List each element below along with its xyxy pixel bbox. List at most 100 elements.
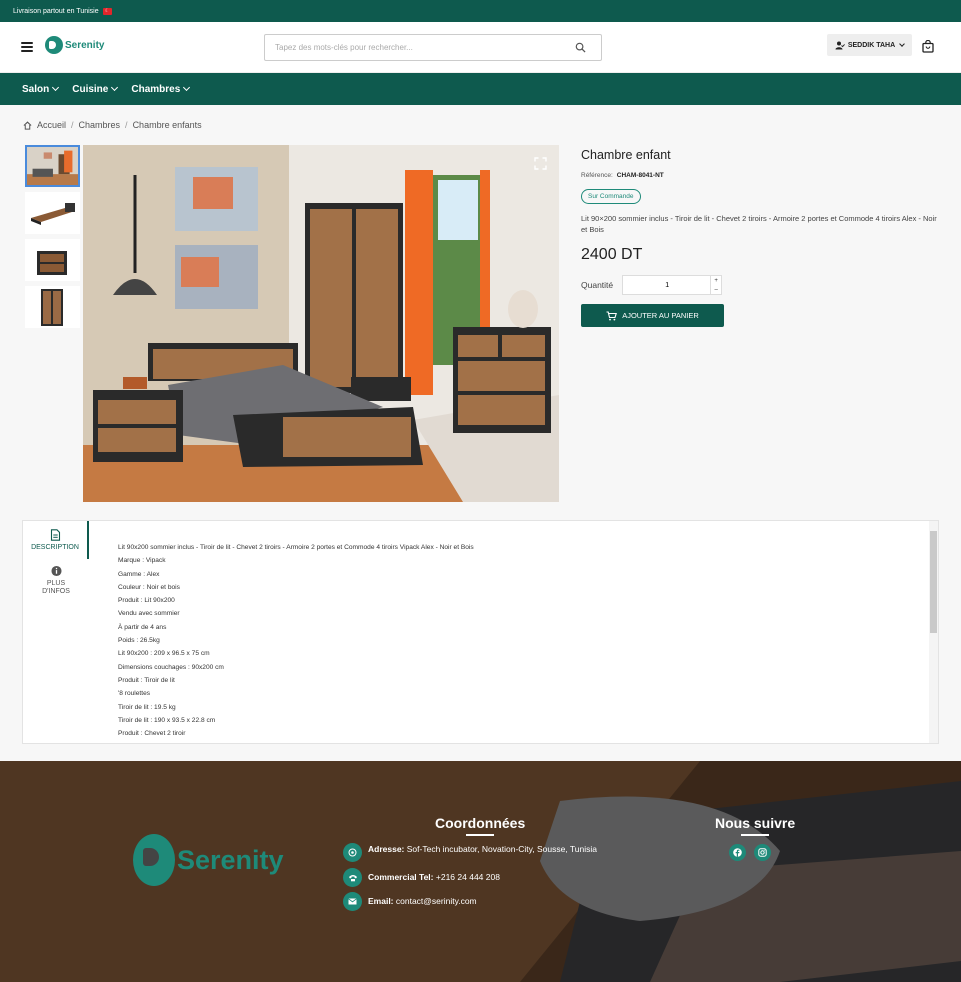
contact-heading: Coordonnées [435, 815, 525, 836]
plus-icon[interactable]: + [714, 278, 718, 284]
product-title: Chambre enfant [581, 148, 671, 162]
description-line: Produit : Tiroir de lit [118, 676, 175, 684]
document-icon [50, 529, 60, 541]
product-short-description: Lit 90×200 sommier inclus - Tiroir de li… [581, 214, 937, 234]
reference-value: CHAM-8041-NT [616, 172, 664, 179]
follow-heading: Nous suivre [715, 815, 795, 836]
nav-item-label: Chambres [131, 83, 181, 95]
thumbnail-wardrobe[interactable] [25, 286, 80, 328]
contact-address: Adresse: Sof-Tech incubator, Novation-Ci… [343, 843, 598, 862]
breadcrumb-chambres[interactable]: Chambres [79, 120, 121, 130]
phone-label: Commercial Tel: [368, 872, 434, 882]
description-line: Produit : Chevet 2 tiroir [118, 730, 186, 738]
breadcrumb-separator: / [71, 120, 74, 130]
tab-description[interactable]: DESCRIPTION [23, 521, 89, 559]
description-line: Gamme : Alex [118, 570, 160, 578]
logo-text: Serenity [65, 39, 105, 51]
nav-item-label: Salon [22, 83, 50, 95]
description-content: Lit 90x200 sommier inclus - Tiroir de li… [118, 541, 474, 740]
search-input[interactable] [265, 35, 565, 60]
phone-icon [343, 868, 362, 887]
product-reference: Référence: CHAM-8041-NT [581, 172, 941, 179]
address-label: Adresse: [368, 844, 405, 854]
footer-logo-mark [133, 834, 175, 886]
logo-mark [45, 36, 63, 54]
home-icon [23, 120, 32, 130]
description-line: Vendu avec sommier [118, 610, 180, 618]
description-scrollbar[interactable] [929, 521, 938, 743]
user-check-icon [835, 41, 845, 49]
quantity-stepper: +– [622, 275, 723, 295]
address-value: Sof-Tech incubator, Novation-City, Souss… [406, 844, 598, 854]
tab-description-label: DESCRIPTION [31, 544, 79, 551]
location-icon [343, 843, 362, 862]
description-line: Tiroir de lit : 19.5 kg [118, 703, 176, 711]
nav-item-label: Cuisine [72, 83, 109, 95]
description-line: Tiroir de lit : 190 x 93.5 x 22.8 cm [118, 716, 216, 724]
minus-icon[interactable]: – [714, 287, 717, 293]
description-line: Dimensions couchages : 90x200 cm [118, 663, 224, 671]
announcement-bar: Livraison partout en Tunisie ☾ [0, 0, 961, 22]
tab-more-info-label-1: PLUS [46, 580, 66, 587]
tab-more-info[interactable]: PLUS D'INFOS [23, 559, 89, 596]
phone-value[interactable]: +216 24 444 208 [436, 872, 500, 882]
add-to-cart-label: AJOUTER AU PANIER [622, 311, 699, 320]
site-logo[interactable]: Serenity [45, 36, 104, 54]
thumbnail-nightstand[interactable] [25, 239, 80, 281]
nav-item-chambres[interactable]: Chambres [131, 83, 191, 95]
description-line: Produit : Lit 90x200 [118, 597, 175, 605]
description-line: Poids : 26.5kg [118, 637, 160, 645]
tab-more-info-label-2: D'INFOS [42, 588, 70, 595]
footer-logo-text: Serenity [177, 844, 284, 875]
instagram-icon[interactable] [754, 844, 771, 861]
breadcrumb-home[interactable]: Accueil [37, 120, 66, 130]
breadcrumb: Accueil / Chambres / Chambre enfants [23, 120, 202, 130]
product-main-image[interactable] [83, 145, 559, 502]
description-line: Couleur : Noir et bois [118, 583, 180, 591]
quantity-spinner[interactable]: + – [710, 276, 721, 294]
footer-logo[interactable]: Serenity [133, 834, 284, 886]
main-nav: Salon Cuisine Chambres [0, 73, 961, 105]
description-line: Marque : Vipack [118, 557, 166, 565]
shopping-bag-icon[interactable] [922, 40, 934, 53]
product-details-panel: DESCRIPTION PLUS D'INFOS Lit 90x200 somm… [22, 520, 939, 744]
product-info: Chambre enfant Référence: CHAM-8041-NT Su… [581, 145, 941, 327]
contact-email: Email: contact@serinity.com [343, 892, 477, 911]
thumbnail-room[interactable] [25, 145, 80, 187]
nav-item-salon[interactable]: Salon [22, 83, 60, 95]
breadcrumb-current: Chambre enfants [132, 120, 202, 130]
chevron-down-icon [52, 83, 60, 92]
add-to-cart-button[interactable]: AJOUTER AU PANIER [581, 304, 724, 327]
cart-icon [606, 310, 618, 320]
description-line: À partir de 4 ans [118, 623, 167, 631]
chevron-down-icon [899, 41, 905, 47]
site-footer: Serenity Coordonnées Nous suivre Adresse… [0, 761, 961, 982]
email-label: Email: [368, 896, 394, 906]
email-value[interactable]: contact@serinity.com [396, 896, 477, 906]
facebook-icon[interactable] [729, 844, 746, 861]
user-name: SEDDIK TAHA [847, 41, 896, 49]
description-line: '8 roulettes [118, 690, 151, 698]
quantity-label: Quantité [581, 280, 614, 290]
menu-icon[interactable] [21, 42, 33, 52]
search-icon[interactable] [575, 42, 586, 53]
thumbnail-gallery [25, 145, 80, 333]
quantity-row: Quantité +– [581, 275, 941, 295]
thumbnail-bed[interactable] [25, 192, 80, 234]
chevron-down-icon [183, 83, 191, 92]
user-menu-button[interactable]: SEDDIK TAHA [827, 34, 912, 56]
description-line: Lit 90x200 sommier inclus - Tiroir de li… [118, 544, 474, 551]
contact-phone: Commercial Tel: +216 24 444 208 [343, 868, 500, 887]
description-line: Lit 90x200 : 209 x 96.5 x 75 cm [118, 650, 210, 658]
reference-label: Référence: [581, 172, 613, 179]
site-header: Serenity SEDDIK TAHA [0, 22, 961, 73]
availability-badge: Sur Commande [581, 189, 641, 204]
tunisia-flag-icon: ☾ [102, 7, 112, 15]
nav-item-cuisine[interactable]: Cuisine [72, 83, 119, 95]
scrollbar-thumb[interactable] [930, 531, 937, 633]
chevron-down-icon [111, 83, 119, 92]
mail-icon [343, 892, 362, 911]
expand-icon[interactable] [534, 157, 547, 170]
quantity-input[interactable] [623, 281, 712, 289]
announcement-text: Livraison partout en Tunisie [13, 7, 99, 15]
